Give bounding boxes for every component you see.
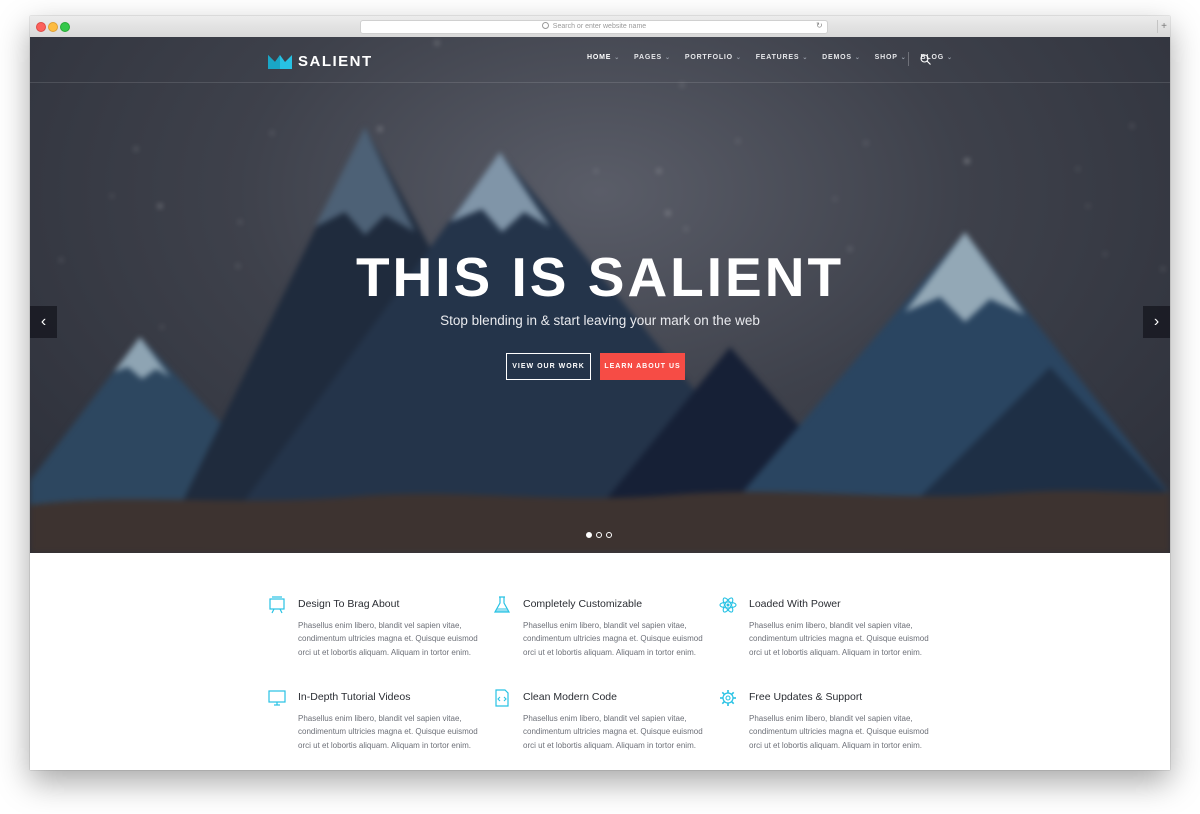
feature-text: Phasellus enim libero, blandit vel sapie… [298,714,478,750]
menu-item-shop[interactable]: SHOP ⌄ [875,54,907,61]
new-tab-button[interactable]: + [1157,20,1170,33]
address-bar-placeholder: Search or enter website name [552,23,647,30]
hero-buttons: VIEW OUR WORK LEARN ABOUT US [506,353,685,380]
feature-title: In-Depth Tutorial Videos [298,691,411,703]
slide-dot-1[interactable] [586,532,592,538]
search-icon[interactable] [920,54,931,65]
browser-titlebar: Search or enter website name ↻ + [30,16,1170,38]
view-our-work-button[interactable]: VIEW OUR WORK [506,353,591,380]
hero-title: THIS IS SALIENT [355,246,845,308]
easel-icon [269,596,285,614]
close-window-button[interactable] [36,22,46,32]
crown-logo-icon [268,54,292,69]
atom-icon [719,597,737,613]
hero-subtitle: Stop blending in & start leaving your ma… [440,313,760,328]
code-document-icon [495,689,509,707]
menu-label: HOME [587,54,612,61]
chevron-down-icon: ⌄ [802,55,809,61]
menu-label: FEATURES [755,54,800,61]
chevron-down-icon: ⌄ [854,55,861,61]
menu-label: PORTFOLIO [684,54,733,61]
menu-item-pages[interactable]: PAGES ⌄ [634,54,671,61]
menu-label: DEMOS [822,54,852,61]
reload-icon[interactable]: ↻ [816,21,823,30]
chevron-down-icon: ⌄ [900,55,907,61]
feature-title: Free Updates & Support [749,691,863,703]
feature-title: Loaded With Power [749,598,841,610]
feature-text: Phasellus enim libero, blandit vel sapie… [749,714,929,750]
zoom-window-button[interactable] [60,22,70,32]
menu-divider [908,52,909,66]
menu-label: PAGES [634,54,663,61]
menu-label: SHOP [874,54,898,61]
feature-text: Phasellus enim libero, blandit vel sapie… [749,621,929,657]
monitor-icon [268,690,286,706]
chevron-down-icon: ⌄ [735,55,742,61]
site-logo[interactable]: SALIENT [268,52,373,70]
slider-next-arrow-icon[interactable]: › [1143,306,1170,338]
chevron-down-icon: ⌄ [665,55,671,61]
browser-window: Search or enter website name ↻ + SALIENT… [30,16,1170,770]
feature-text: Phasellus enim libero, blandit vel sapie… [298,621,478,657]
feature-text: Phasellus enim libero, blandit vel sapie… [523,621,703,657]
hero-caption: THIS IS SALIENT Stop blending in & start… [30,247,1170,328]
address-bar[interactable]: Search or enter website name [360,20,828,34]
main-navbar: SALIENT HOME ⌄ PAGES ⌄ PORTFOLIO ⌄ FEATURES… [30,37,1170,83]
menu-item-features[interactable]: FEATURES ⌄ [756,54,808,61]
slider-prev-arrow-icon[interactable]: ‹ [30,306,57,338]
features-section: Design To Brag About Phasellus enim libe… [30,553,1170,770]
address-search-icon [541,22,549,29]
logo-text: SALIENT [298,52,373,70]
chevron-down-icon: ⌄ [614,55,621,61]
feature-title: Completely Customizable [523,598,643,610]
learn-about-us-button[interactable]: LEARN ABOUT US [600,353,685,380]
chevron-down-icon: ⌄ [946,55,953,61]
menu-item-demos[interactable]: DEMOS ⌄ [822,54,861,61]
feature-text: Phasellus enim libero, blandit vel sapie… [523,714,703,750]
menu-item-home[interactable]: HOME ⌄ [587,54,620,61]
slider-pagination [586,532,616,538]
menu-item-portfolio[interactable]: PORTFOLIO ⌄ [685,54,742,61]
hero-slider: SALIENT HOME ⌄ PAGES ⌄ PORTFOLIO ⌄ FEATURES… [30,37,1170,553]
minimize-window-button[interactable] [48,22,58,32]
gear-icon [720,690,736,706]
slide-dot-2[interactable] [596,532,602,538]
slide-dot-3[interactable] [606,532,612,538]
feature-title: Clean Modern Code [523,691,617,703]
flask-icon [493,596,511,613]
main-menu: HOME ⌄ PAGES ⌄ PORTFOLIO ⌄ FEATURES ⌄ DEMOS ⌄… [587,54,967,61]
feature-title: Design To Brag About [298,598,400,610]
